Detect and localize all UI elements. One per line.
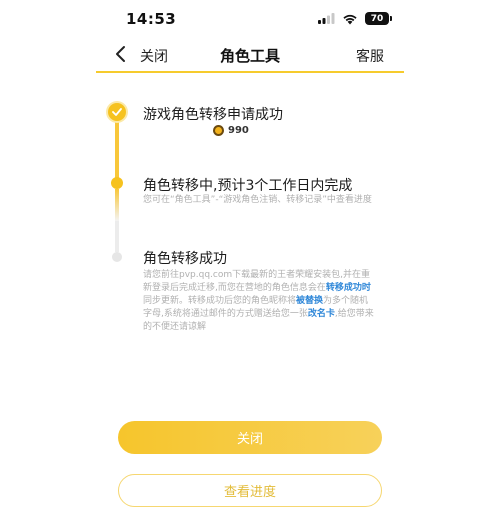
- coin-icon: [213, 125, 224, 136]
- step-3-title: 角色转移成功: [143, 251, 227, 267]
- step-2-title: 角色转移中,预计3个工作日内完成: [143, 178, 353, 194]
- timeline-line-pending: [115, 221, 119, 252]
- step-pending-dot: [112, 252, 122, 262]
- step-3-desc-text-2: 同步更新。转移成功后您的角色昵称将: [143, 296, 297, 306]
- step-active-dot: [111, 177, 123, 189]
- coin-amount: 990: [228, 125, 249, 136]
- step-3-desc-highlight-rename-card: 改名卡: [307, 309, 335, 319]
- step-2-description: 您可在“角色工具”-“游戏角色注销、转移记录”中查看进度: [143, 195, 372, 205]
- timeline-line-done: [115, 121, 119, 179]
- view-progress-button[interactable]: 查看进度: [118, 474, 382, 507]
- coin-balance: 990: [213, 125, 249, 136]
- step-1-title: 游戏角色转移申请成功: [143, 107, 283, 123]
- close-button[interactable]: 关闭: [118, 421, 382, 454]
- step-complete-check-icon: [108, 103, 126, 121]
- step-3-description: 请您前往pvp.qq.com下载最新的王者荣耀安装包,并在重新登录后完成迁移,而…: [143, 269, 377, 334]
- step-3-desc-highlight-transfer-time: 转移成功时: [325, 283, 371, 293]
- timeline-line-active: [115, 189, 119, 221]
- step-3-desc-highlight-replaced: 被替换: [296, 296, 324, 306]
